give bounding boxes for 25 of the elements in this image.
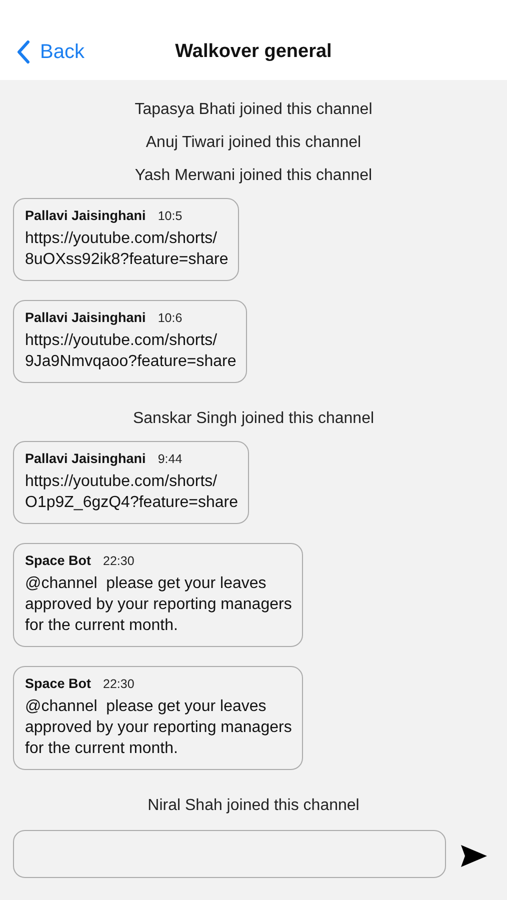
sender-name: Space Bot	[25, 676, 92, 691]
sender-name: Space Bot	[25, 553, 92, 568]
join-notice: Niral Shah joined this channel	[146, 796, 360, 816]
sender-name: Pallavi Jaisinghani	[25, 310, 146, 325]
message-time: 9:44	[158, 452, 182, 466]
join-notice: Anuj Tiwari joined this channel	[144, 133, 362, 153]
back-button[interactable]: Back	[16, 40, 84, 64]
sender-name: Pallavi Jaisinghani	[25, 451, 146, 466]
message-time: 22:30	[103, 677, 134, 691]
message-input-field[interactable]	[13, 830, 446, 878]
sender-name: Pallavi Jaisinghani	[25, 208, 146, 223]
message-text: https://youtube.com/shorts/ O1p9Z_6gzQ4?feature=share	[25, 472, 238, 513]
message-time: 22:30	[103, 554, 134, 568]
message-time: 10:6	[158, 311, 182, 325]
join-notice: Tapasya Bhati joined this channel	[134, 100, 374, 120]
join-notice: Sanskar Singh joined this channel	[132, 409, 376, 429]
channel-title: Walkover general	[175, 40, 332, 64]
message-text: @channel please get your leaves approved by your reporting managers for the current month.	[25, 574, 292, 636]
message-text: @channel please get your leaves approved by your reporting managers for the current month.	[25, 697, 292, 759]
message-text: https://youtube.com/shorts/ 9Ja9Nmvqaoo?feature=share	[25, 331, 236, 372]
message-text: https://youtube.com/shorts/ 8uOXss92ik8?feature=share	[25, 229, 228, 270]
join-notice: Yash Merwani joined this channel	[134, 166, 374, 186]
send-icon[interactable]	[460, 844, 488, 868]
chevron-left-icon	[16, 40, 30, 64]
message-time: 10:5	[158, 209, 182, 223]
